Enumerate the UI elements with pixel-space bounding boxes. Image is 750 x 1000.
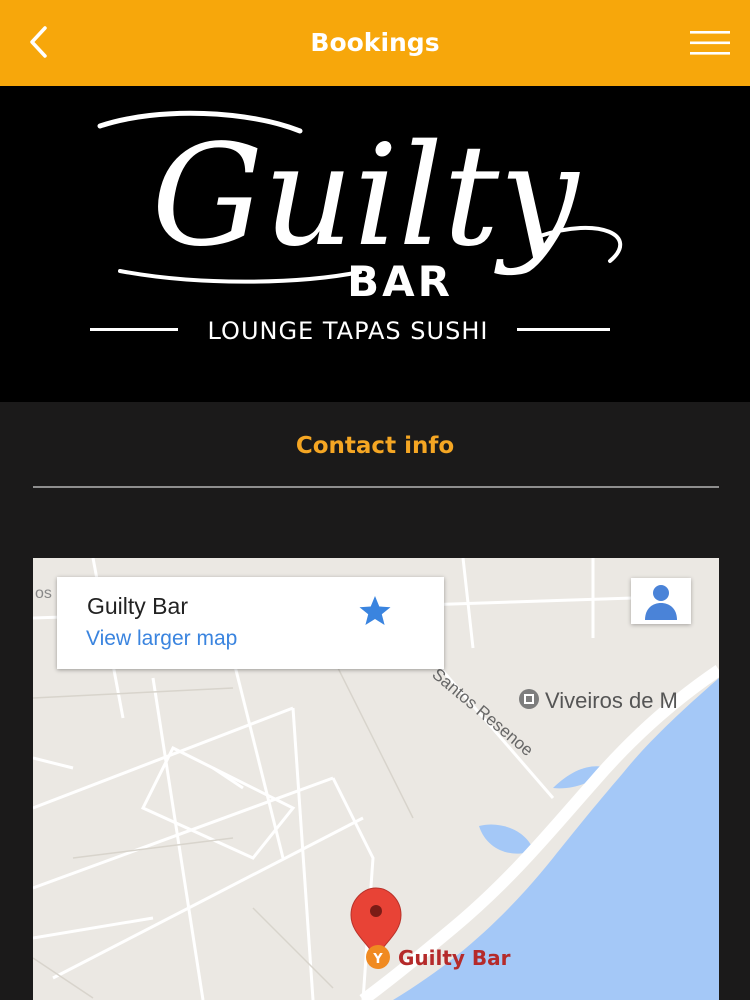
place-info-card: Guilty Bar View larger map xyxy=(57,577,444,669)
pegman-icon xyxy=(645,585,677,620)
menu-button[interactable] xyxy=(684,18,736,68)
view-larger-map-link[interactable]: View larger map xyxy=(86,627,237,651)
app-header: Bookings xyxy=(0,0,750,86)
logo-script-text: Guilty xyxy=(152,115,581,278)
tagline-rule-right xyxy=(517,328,610,331)
poi-label: Viveiros de M xyxy=(545,688,678,713)
guilty-bar-logo: Guilty BAR LOUNGE TAPAS SUSHI xyxy=(90,110,623,345)
svg-text:Y: Y xyxy=(372,952,383,967)
page-title: Bookings xyxy=(310,28,440,57)
hamburger-menu-icon xyxy=(690,31,730,55)
back-button[interactable] xyxy=(14,14,64,70)
street-view-button[interactable] xyxy=(631,578,691,624)
chevron-left-icon xyxy=(30,26,47,58)
logo-banner: Guilty BAR LOUNGE TAPAS SUSHI xyxy=(0,86,750,402)
place-name: Guilty Bar xyxy=(87,593,188,619)
embedded-map[interactable]: Santos Resenoe Viveiros de M Y Guilty Ba… xyxy=(33,558,719,1000)
contact-info-heading: Contact info xyxy=(295,433,455,459)
logo-bar-text: BAR xyxy=(347,257,453,306)
restaurant-badge-icon: Y xyxy=(366,945,390,969)
star-icon xyxy=(359,596,391,625)
section-divider xyxy=(33,486,719,488)
marker-label: Guilty Bar xyxy=(398,946,511,970)
tagline-rule-left xyxy=(90,328,178,331)
map-edge-label: os xyxy=(35,585,52,602)
save-star-button[interactable] xyxy=(357,593,393,629)
street-label: Santos Resenoe xyxy=(428,665,537,760)
logo-tagline: LOUNGE TAPAS SUSHI xyxy=(208,317,489,345)
